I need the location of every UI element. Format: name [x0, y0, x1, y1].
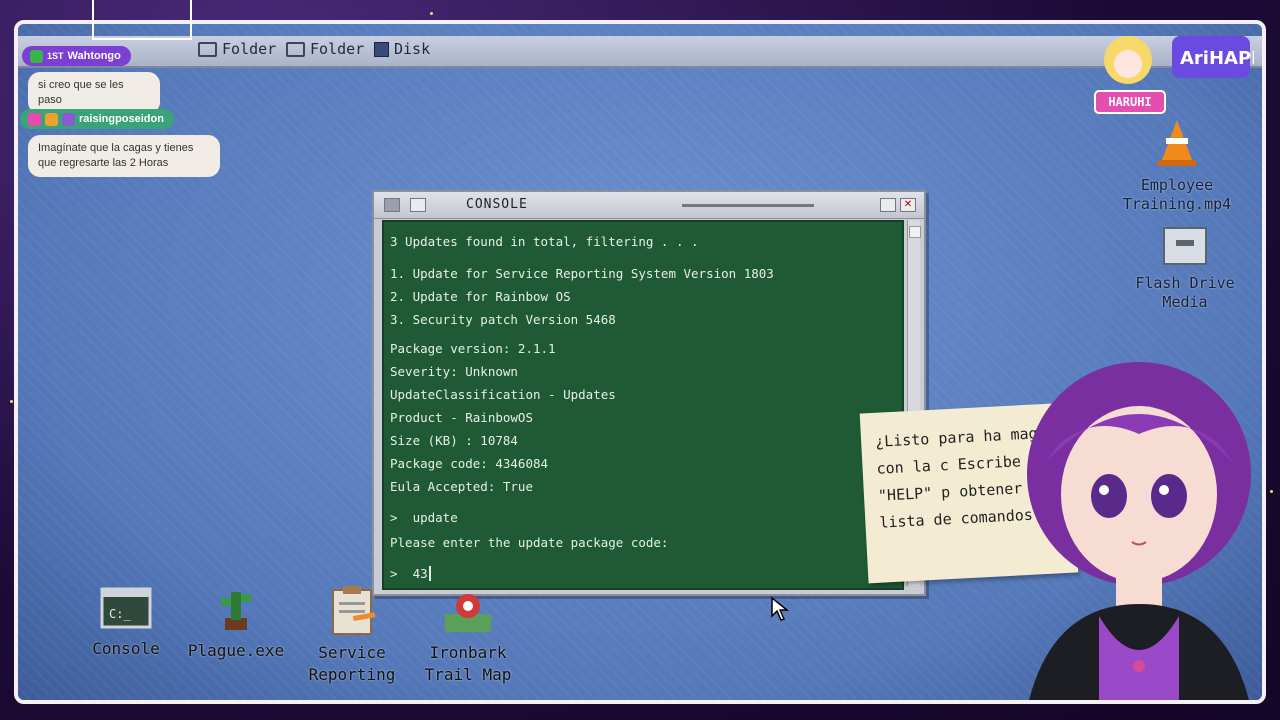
chat-username: raisingposeidon	[79, 113, 164, 125]
icon-label: Flash Drive Media	[1135, 274, 1235, 311]
star-decoration	[10, 400, 13, 403]
folder-icon	[286, 41, 305, 57]
plant-icon	[221, 592, 251, 630]
console-icon: C:_	[100, 587, 152, 629]
console-titlebar[interactable]: CONSOLE ✕	[374, 192, 924, 219]
chat-username-tag: raisingposeidon	[20, 109, 174, 129]
sub-badge-icon	[45, 112, 58, 126]
chat-message: si creo que se les paso	[28, 72, 160, 114]
console-line: > update	[390, 510, 458, 525]
traffic-cone-icon	[1158, 120, 1196, 166]
star-decoration	[1270, 490, 1273, 493]
console-line: Size (KB) : 10784	[390, 433, 518, 448]
disk-icon	[374, 41, 389, 57]
console-line: Severity: Unknown	[390, 364, 518, 379]
text-caret	[428, 566, 431, 581]
rank-badge: 1ST	[47, 51, 64, 61]
desktop-icon-trail-map[interactable]: Ironbark Trail Map	[418, 590, 518, 686]
heart-badge-icon	[28, 112, 41, 126]
svg-text:C:_: C:_	[109, 607, 131, 621]
flash-drive-icon	[1163, 227, 1207, 265]
icon-label: Console	[92, 639, 160, 658]
console-title: CONSOLE	[466, 197, 528, 212]
chat-message: Imagínate que la cagas y tienes que regr…	[28, 135, 220, 177]
icon-label: Service Reporting	[308, 643, 396, 684]
console-line: 3. Security patch Version 5468	[390, 312, 616, 327]
desktop-icon-flash-drive[interactable]: Flash Drive Media	[1130, 222, 1240, 312]
icon-label: Employee Training.mp4	[1122, 176, 1232, 213]
icon-label: Ironbark Trail Map	[424, 643, 512, 684]
console-line: 1. Update for Service Reporting System V…	[390, 266, 774, 281]
console-input-text: > 43	[390, 566, 428, 581]
gift-badge-icon	[62, 112, 75, 126]
clipboard-icon	[332, 586, 376, 635]
console-line: Eula Accepted: True	[390, 479, 533, 494]
console-output[interactable]: 3 Updates found in total, filtering . . …	[382, 220, 904, 590]
console-line: Package code: 4346084	[390, 456, 549, 471]
minimize-button[interactable]	[880, 198, 896, 212]
console-line: 3 Updates found in total, filtering . . …	[390, 234, 699, 249]
map-icon	[445, 594, 491, 632]
console-line: UpdateClassification - Updates	[390, 387, 616, 402]
close-button[interactable]: ✕	[900, 198, 916, 212]
console-line: Please enter the update package code:	[390, 535, 669, 550]
desktop-icon-service-reporting[interactable]: Service Reporting	[302, 584, 402, 686]
desktop-icon-plague[interactable]: Plague.exe	[186, 584, 286, 662]
topbar-folder-label: Folder	[310, 40, 365, 58]
name-tag: HARUHI	[1094, 90, 1166, 114]
channel-logo: AriHAPPS HARUHI	[1094, 28, 1262, 116]
anime-logo-icon: AriHAPPS	[1104, 36, 1262, 84]
mouse-cursor-icon	[771, 596, 790, 621]
icon-label: Plague.exe	[187, 641, 285, 660]
desktop-icon-employee-training[interactable]: Employee Training.mp4	[1122, 116, 1232, 214]
desktop-icon-console[interactable]: C:_ Console	[86, 586, 166, 660]
chat-frame	[92, 0, 192, 40]
console-line: Product - RainbowOS	[390, 410, 533, 425]
chat-message-text: si creo que se les paso	[38, 79, 124, 106]
badge-icon	[30, 49, 43, 63]
logo-text: AriHAPPS	[1180, 48, 1254, 69]
topbar-disk-label: Disk	[394, 40, 431, 58]
star-decoration	[430, 12, 433, 15]
console-line: Package version: 2.1.1	[390, 341, 556, 356]
window-button[interactable]	[410, 198, 426, 212]
title-divider	[682, 204, 814, 207]
chat-message-text: Imagínate que la cagas y tienes que regr…	[38, 142, 194, 169]
topbar-disk[interactable]: Disk	[374, 40, 430, 58]
window-menu-button[interactable]	[384, 198, 400, 212]
vtuber-avatar	[1027, 362, 1251, 700]
scrollbar-thumb[interactable]	[909, 226, 921, 238]
console-input-line[interactable]: > 43	[390, 566, 431, 581]
chat-username-tag: 1ST Wahtongo	[22, 46, 131, 66]
chat-overlay: 1ST Wahtongo si creo que se les paso rai…	[0, 0, 260, 190]
console-line: 2. Update for Rainbow OS	[390, 289, 571, 304]
console-window[interactable]: CONSOLE ✕ 3 Updates found in total, filt…	[372, 190, 926, 596]
chat-username: Wahtongo	[67, 50, 121, 62]
topbar-folder-2[interactable]: Folder	[286, 40, 364, 58]
